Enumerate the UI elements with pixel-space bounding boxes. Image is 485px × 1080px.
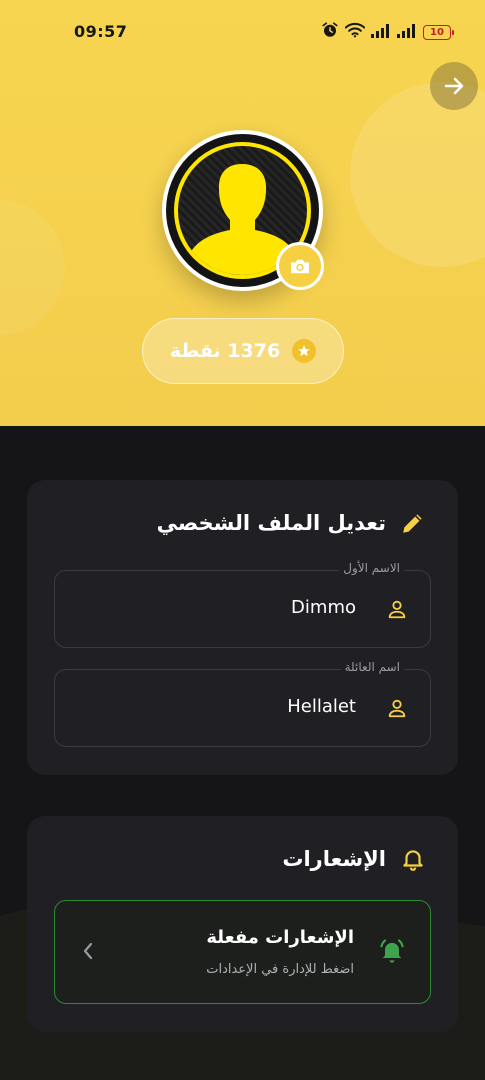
first-name-label: الاسم الأول	[339, 561, 404, 575]
status-time: 09:57	[74, 22, 128, 41]
forward-button[interactable]	[430, 62, 478, 110]
edit-profile-card: تعديل الملف الشخصي الاسم الأول Dimmo اسم…	[27, 480, 458, 775]
last-name-label: اسم العائلة	[340, 660, 404, 674]
decorative-circle	[0, 200, 65, 335]
bell-icon	[403, 850, 423, 871]
status-icons: 10	[321, 21, 454, 43]
first-name-field[interactable]: الاسم الأول Dimmo	[54, 561, 431, 648]
first-name-value: Dimmo	[291, 597, 356, 618]
status-bar: 09:57 10	[0, 0, 485, 62]
battery-icon: 10	[423, 24, 454, 40]
bell-ringing-icon	[378, 937, 406, 969]
points-badge: 1376 نقطة	[142, 318, 344, 384]
notifications-status-row[interactable]: الإشعارات مفعلة اضغط للإدارة في الإعدادا…	[54, 900, 431, 1004]
last-name-value: Hellalet	[287, 696, 356, 717]
points-text: 1376 نقطة	[169, 340, 281, 362]
change-photo-button[interactable]	[276, 242, 324, 290]
notifications-card: الإشعارات الإشعارات مفعلة اضغط للإدارة ف…	[27, 816, 458, 1032]
decorative-circle	[350, 82, 485, 267]
chevron-left-icon	[81, 941, 95, 965]
person-icon	[386, 697, 408, 723]
notifications-title: الإشعارات	[282, 847, 386, 871]
last-name-field[interactable]: اسم العائلة Hellalet	[54, 660, 431, 747]
notifications-status-title: الإشعارات مفعلة	[206, 927, 354, 948]
star-icon	[292, 339, 317, 363]
arrow-right-icon	[444, 77, 464, 95]
wifi-icon	[344, 22, 366, 42]
camera-icon	[291, 259, 309, 274]
signal-icon	[397, 23, 417, 42]
edit-profile-title: تعديل الملف الشخصي	[156, 511, 386, 535]
notifications-status-subtitle: اضغط للإدارة في الإعدادات	[206, 962, 354, 977]
pencil-icon	[403, 514, 422, 533]
signal-icon	[371, 23, 391, 42]
edit-profile-header: تعديل الملف الشخصي	[157, 510, 426, 536]
notifications-header: الإشعارات	[282, 846, 426, 872]
person-icon	[386, 598, 408, 624]
alarm-icon	[321, 21, 339, 43]
